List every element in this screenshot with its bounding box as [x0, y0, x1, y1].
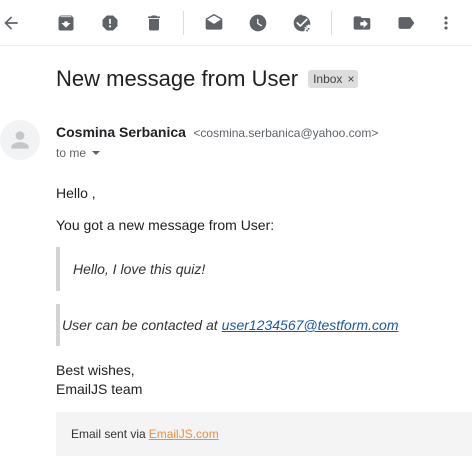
snooze-icon[interactable]: [247, 12, 269, 34]
report-spam-icon[interactable]: [99, 12, 121, 34]
email-subject: New message from User: [56, 66, 299, 91]
to-me-text: to me: [56, 146, 87, 160]
contact-quote: User can be contacted at user1234567@tes…: [56, 304, 399, 346]
toolbar-separator: [183, 11, 184, 35]
move-to-icon[interactable]: [351, 12, 373, 34]
avatar[interactable]: [0, 120, 40, 160]
toolbar-separator: [331, 11, 332, 35]
chevron-down-icon: [92, 151, 101, 155]
sender-email: <cosmina.serbanica@yahoo.com>: [193, 126, 379, 140]
contact-prefix: User can be contacted at: [62, 317, 218, 333]
more-vert-icon[interactable]: [435, 12, 457, 34]
archive-icon[interactable]: [55, 12, 77, 34]
signoff-line-1: Best wishes,: [56, 362, 135, 378]
sender-name[interactable]: Cosmina Serbanica: [56, 124, 186, 140]
person-icon: [11, 131, 29, 149]
labels-icon[interactable]: [395, 12, 417, 34]
intro-text: You got a new message from User:: [56, 217, 275, 233]
remove-label-icon[interactable]: ×: [347, 72, 354, 86]
message-toolbar: [0, 0, 472, 46]
signoff-line-2: EmailJS team: [56, 381, 143, 397]
delete-icon[interactable]: [143, 12, 165, 34]
add-to-tasks-icon[interactable]: [291, 12, 313, 34]
quoted-message: Hello, I love this quiz!: [56, 247, 205, 291]
emailjs-link[interactable]: EmailJS.com: [149, 427, 219, 441]
subject-row: New message from User Inbox ×: [56, 66, 359, 92]
inbox-label-chip[interactable]: Inbox ×: [308, 70, 359, 88]
label-chip-text: Inbox: [313, 72, 343, 86]
quoted-message-text: Hello, I love this quiz!: [73, 261, 206, 277]
footer-prefix: Email sent via: [71, 427, 146, 441]
back-arrow-icon[interactable]: [0, 12, 22, 34]
mark-unread-icon[interactable]: [203, 12, 225, 34]
email-footer: Email sent via EmailJS.com: [56, 412, 472, 456]
contact-email-link[interactable]: user1234567@testform.com: [222, 317, 399, 333]
sender-line: Cosmina Serbanica <cosmina.serbanica@yah…: [56, 124, 378, 142]
greeting: Hello ,: [56, 185, 96, 201]
recipient-details-toggle[interactable]: to me: [56, 146, 101, 160]
